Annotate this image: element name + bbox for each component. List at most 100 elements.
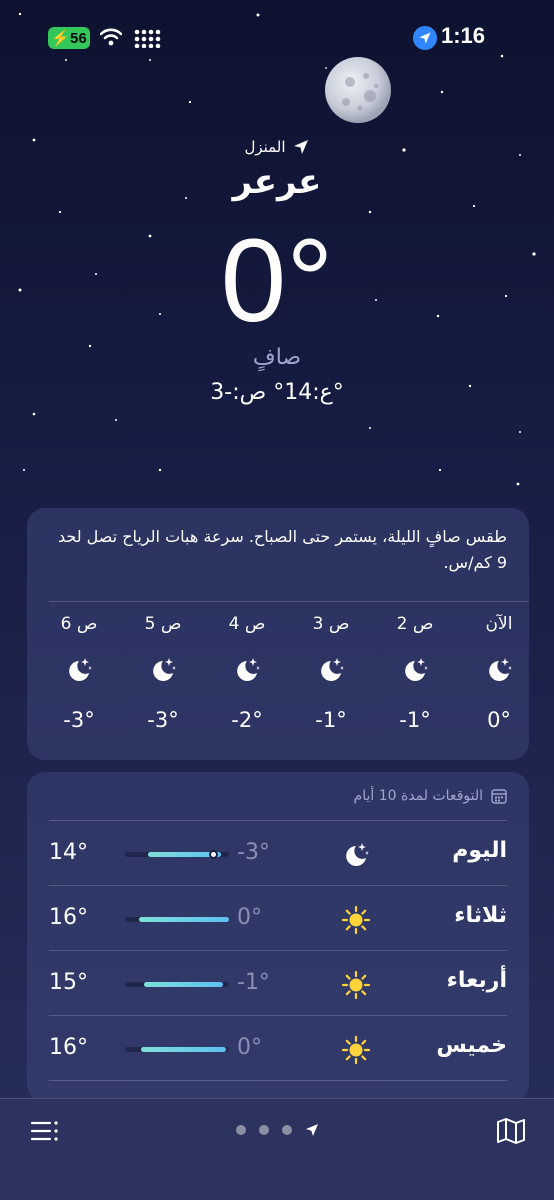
- forecast-low-temp: 0°: [237, 1035, 262, 1060]
- hour-temperature: -1°: [399, 708, 431, 732]
- location-arrow-icon: [419, 32, 431, 44]
- forecast-high-temp: 15°: [49, 970, 88, 995]
- forecast-high-temp: 16°: [49, 905, 88, 930]
- battery-indicator: ⚡ 56: [48, 27, 90, 49]
- hour-icon: [51, 650, 107, 690]
- hourly-item: الآن 0°: [471, 614, 527, 732]
- forecast-day-row[interactable]: خميس 0° 16°: [27, 1015, 529, 1079]
- temperature-range-bar: [125, 1047, 229, 1052]
- map-icon[interactable]: [496, 1117, 526, 1145]
- forecast-header-label: التوقعات لمدة 10 أيام: [353, 788, 483, 804]
- forecast-day-row[interactable]: أربعاء -1° 15°: [27, 950, 529, 1014]
- wifi-icon: [100, 28, 122, 46]
- hour-label: 6 ص: [60, 614, 98, 634]
- bottom-toolbar: [0, 1098, 554, 1200]
- divider: [49, 1015, 507, 1016]
- hourly-item: 6 ص -3°: [51, 614, 107, 732]
- divider: [49, 1080, 507, 1081]
- hour-temperature: -2°: [231, 708, 263, 732]
- temperature-range-bar: [125, 850, 229, 859]
- sun-icon: [341, 905, 371, 935]
- forecast-day-name: ثلاثاء: [454, 903, 507, 928]
- forecast-day-row[interactable]: اليوم -3° 14°: [27, 820, 529, 884]
- calendar-icon: [491, 789, 507, 804]
- high-low-temperature: ع:14° ص:-3°: [210, 380, 344, 405]
- location-active-badge: [413, 26, 437, 50]
- location-header: المنزل عرعر: [0, 138, 554, 202]
- temperature-range-fill: [143, 982, 223, 987]
- hour-label: 4 ص: [228, 614, 266, 634]
- hour-icon: [135, 650, 191, 690]
- page-dot[interactable]: [282, 1125, 292, 1135]
- status-time: 1:16: [441, 23, 486, 48]
- forecast-day-row[interactable]: ثلاثاء 0° 16°: [27, 885, 529, 949]
- home-label-row: المنزل: [0, 138, 554, 156]
- hourly-item: 2 ص -1°: [387, 614, 443, 732]
- forecast-list-end: [27, 1080, 529, 1082]
- forecast-low-temp: -1°: [237, 970, 270, 995]
- hour-label: 3 ص: [312, 614, 350, 634]
- hour-icon: [387, 650, 443, 690]
- forecast-low-temp: 0°: [237, 905, 262, 930]
- status-bar: ⚡ 56 1:16: [0, 0, 554, 76]
- forecast-day-name: خميس: [436, 1033, 507, 1058]
- hourly-item: 5 ص -3°: [135, 614, 191, 732]
- weather-summary-text: طقس صافٍ الليلة، يستمر حتى الصباح. سرعة …: [57, 527, 507, 572]
- moon-stars-icon: [153, 658, 176, 681]
- temperature-range-fill: [138, 917, 229, 922]
- hourly-item: 3 ص -1°: [303, 614, 359, 732]
- hour-label: الآن: [485, 614, 513, 634]
- home-label: المنزل: [244, 138, 286, 156]
- moon-icon: [325, 57, 391, 123]
- forecast-day-name: أربعاء: [446, 968, 507, 993]
- moon-stars-icon: [489, 658, 512, 681]
- divider: [49, 820, 507, 821]
- current-temperature: 0°: [220, 215, 334, 347]
- forecast-day-name: اليوم: [452, 838, 507, 863]
- hour-label: 5 ص: [144, 614, 182, 634]
- moon-stars-icon: [237, 658, 260, 681]
- forecast-day-icon: [341, 970, 371, 1000]
- hour-temperature: -1°: [315, 708, 347, 732]
- forecast-day-icon: [341, 905, 371, 935]
- hour-icon: [471, 650, 527, 690]
- page-dot[interactable]: [259, 1125, 269, 1135]
- hour-icon: [219, 650, 275, 690]
- hourly-item: 4 ص -2°: [219, 614, 275, 732]
- divider: [49, 885, 507, 886]
- divider: [49, 601, 529, 602]
- moon-stars-icon: [405, 658, 428, 681]
- ten-day-forecast-card[interactable]: التوقعات لمدة 10 أيام اليوم -3° 14° ثلاث…: [27, 772, 529, 1102]
- forecast-high-temp: 14°: [49, 840, 88, 865]
- moon-stars-icon: [346, 843, 369, 866]
- hourly-forecast-card[interactable]: طقس صافٍ الليلة، يستمر حتى الصباح. سرعة …: [27, 508, 529, 760]
- hour-icon: [303, 650, 359, 690]
- temperature-range-bar: [125, 917, 229, 922]
- hour-label: 2 ص: [396, 614, 434, 634]
- cellular-signal-icon: [134, 29, 161, 48]
- battery-level: 56: [70, 29, 87, 47]
- list-icon[interactable]: [30, 1119, 60, 1143]
- sun-icon: [341, 1035, 371, 1065]
- moon-stars-icon: [321, 658, 344, 681]
- moon-stars-icon: [69, 658, 92, 681]
- hour-temperature: 0°: [487, 708, 511, 732]
- temperature-range-fill: [140, 1047, 226, 1052]
- temperature-range-bar: [125, 982, 229, 987]
- location-arrow-icon: [293, 140, 308, 154]
- forecast-day-icon: [341, 1035, 371, 1065]
- hour-temperature: -3°: [63, 708, 95, 732]
- forecast-header: التوقعات لمدة 10 أيام: [354, 788, 507, 804]
- page-indicator[interactable]: [236, 1123, 319, 1137]
- charging-bolt-icon: ⚡: [51, 30, 70, 47]
- divider: [49, 950, 507, 951]
- location-arrow-icon[interactable]: [305, 1123, 319, 1137]
- forecast-high-temp: 16°: [49, 1035, 88, 1060]
- current-condition: صافٍ: [252, 345, 302, 370]
- hour-temperature: -3°: [147, 708, 179, 732]
- city-name: عرعر: [232, 162, 322, 202]
- page-dot[interactable]: [236, 1125, 246, 1135]
- forecast-low-temp: -3°: [237, 840, 270, 865]
- sun-icon: [341, 970, 371, 1000]
- current-temp-marker: [208, 850, 218, 859]
